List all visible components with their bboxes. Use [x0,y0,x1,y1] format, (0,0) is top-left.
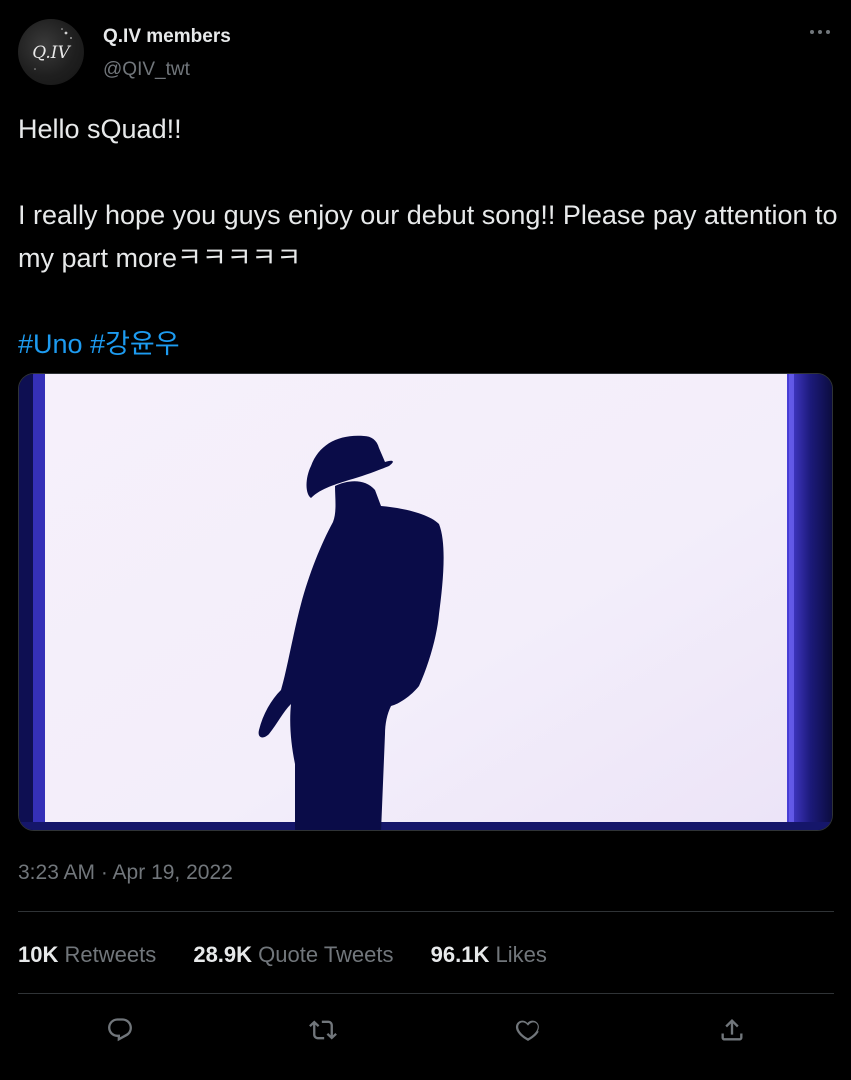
hashtag-link[interactable]: #Uno [18,329,83,359]
tweet-line-greeting: Hello sQuad!! [18,114,182,144]
retweets-count[interactable]: 10K Retweets [18,942,156,968]
like-icon [515,1020,539,1041]
tweet-detail: Q.IV Q.IV members @QIV_twt Hello sQuad!!… [0,0,851,1080]
more-icon [810,30,830,34]
stat-value: 96.1K [430,942,490,967]
tweet-media-image[interactable] [18,373,833,831]
share-icon [721,1019,743,1041]
tweet-timestamp[interactable]: 3:23 AM · Apr 19, 2022 [18,861,233,885]
tweet-hashtags: #Uno #강윤우 [18,323,838,366]
quote-tweets-count[interactable]: 28.9K Quote Tweets [193,942,393,968]
reply-button[interactable] [100,1010,140,1050]
avatar-logo-text: Q.IV [32,43,71,63]
hashtag-link[interactable]: #강윤우 [90,329,180,359]
share-button[interactable] [712,1010,752,1050]
display-name[interactable]: Q.IV members [103,26,231,48]
stat-value: 28.9K [193,942,253,967]
reply-icon [108,1018,132,1042]
retweet-button[interactable] [303,1010,343,1050]
retweet-icon [309,1020,337,1040]
like-button[interactable] [508,1010,548,1050]
user-handle[interactable]: @QIV_twt [103,59,190,81]
stat-label: Retweets [64,942,157,967]
divider [18,911,834,912]
tweet-line-message: I really hope you guys enjoy our debut s… [18,200,838,273]
avatar[interactable]: Q.IV [18,19,84,85]
stat-label: Quote Tweets [258,942,394,967]
tweet-stats: 10K Retweets 28.9K Quote Tweets 96.1K Li… [18,942,578,968]
stat-label: Likes [495,942,547,967]
likes-count[interactable]: 96.1K Likes [431,942,547,968]
divider [18,993,834,994]
tweet-text: Hello sQuad!! I really hope you guys enj… [18,108,838,366]
more-options-button[interactable] [802,20,838,44]
stat-value: 10K [18,942,59,967]
